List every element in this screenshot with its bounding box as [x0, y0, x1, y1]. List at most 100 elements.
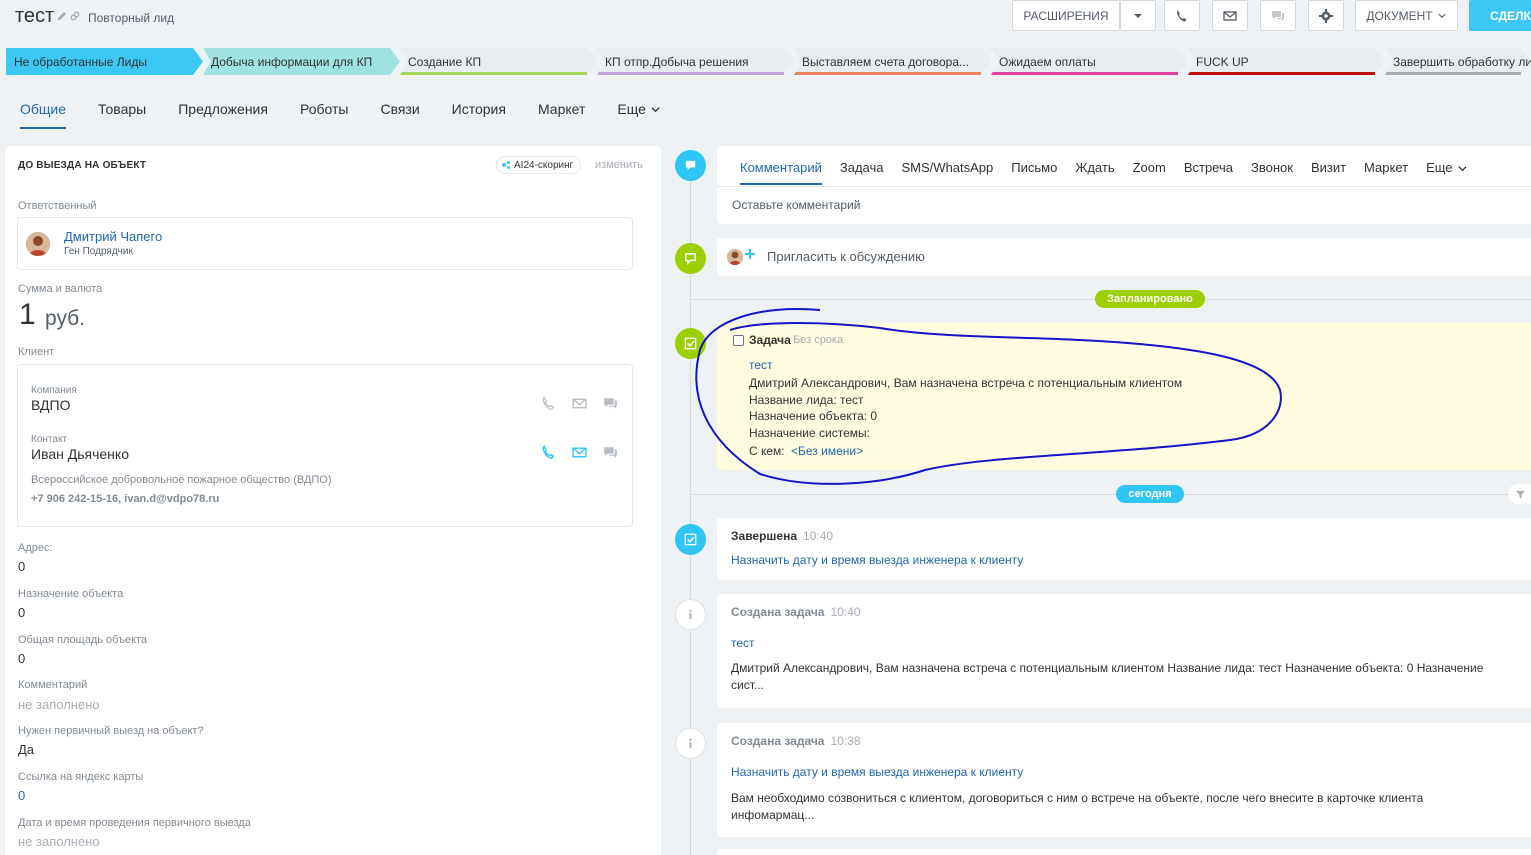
tab-more[interactable]: Еще — [617, 101, 660, 129]
tab-products[interactable]: Товары — [98, 101, 146, 129]
stage-item[interactable]: Создание КП — [400, 48, 597, 75]
extensions-button[interactable]: РАСШИРЕНИЯ — [1012, 0, 1120, 31]
completed-title-line: Завершена 10:40 — [731, 529, 833, 543]
task-deadline[interactable]: Без срока — [793, 334, 843, 346]
tab-general[interactable]: Общие — [20, 101, 67, 129]
lead-details-card: ДО ВЫЕЗДА НА ОБЪЕКТ AI24-скоринг изменит… — [5, 146, 661, 855]
field-label: Нужен первичный выезд на объект? — [18, 725, 204, 737]
email-button[interactable] — [1212, 0, 1248, 31]
contact-phone-email[interactable]: +7 906 242-15-16, ivan.d@vdpo78.ru — [31, 493, 219, 505]
page-title: тест — [15, 5, 55, 27]
stage-item[interactable]: КП отпр.Добыча решения — [597, 48, 794, 75]
task-title: Задача — [749, 333, 791, 347]
editor-tab-sms[interactable]: SMS/WhatsApp — [902, 160, 994, 185]
tab-offers[interactable]: Предложения — [178, 101, 268, 129]
create-deal-label: СДЕЛКУ — [1490, 8, 1531, 23]
client-box: Компания ВДПО Контакт Иван Дьяченко Всер… — [17, 364, 633, 527]
comment-input[interactable]: Оставьте комментарий — [732, 198, 860, 212]
settings-button[interactable] — [1308, 0, 1344, 31]
invite-to-discussion[interactable]: Пригласить к обсуждению — [717, 238, 1531, 276]
editor-tab-visit[interactable]: Визит — [1311, 160, 1346, 185]
chat-icon[interactable] — [602, 395, 619, 412]
amount-label: Сумма и валюта — [18, 283, 103, 295]
client-label: Клиент — [18, 346, 55, 358]
envelope-icon[interactable] — [571, 444, 588, 461]
editor-tab-zoom[interactable]: Zoom — [1133, 160, 1166, 185]
responsible-role: Ген Подрядчик — [64, 246, 133, 257]
company-value[interactable]: ВДПО — [31, 397, 70, 413]
chat-button[interactable] — [1260, 0, 1296, 31]
discussion-icon — [675, 243, 706, 274]
task-link[interactable]: тест — [749, 358, 773, 372]
stage-item[interactable]: Не обработанные Лиды — [6, 48, 203, 75]
editor-tab-market[interactable]: Маркет — [1364, 160, 1408, 185]
invite-text: Пригласить к обсуждению — [767, 249, 925, 264]
document-button[interactable]: ДОКУМЕНТ — [1355, 0, 1458, 31]
stage-item[interactable]: Добыча информации для КП — [203, 48, 400, 75]
avatar — [727, 249, 743, 265]
envelope-icon[interactable] — [571, 395, 588, 412]
caret-down-icon — [1130, 8, 1146, 24]
stage-item[interactable]: Завершить обработку лида — [1385, 48, 1531, 75]
field-value: 0 — [18, 605, 26, 620]
editor-tab-wait[interactable]: Ждать — [1075, 160, 1114, 185]
divider — [717, 186, 1531, 187]
responsible-name[interactable]: Дмитрий Чапего — [64, 229, 162, 244]
responsible-label: Ответственный — [18, 200, 97, 212]
tab-links[interactable]: Связи — [380, 101, 419, 129]
planned-task-card: Задача Без срока тест Дмитрий Александро… — [717, 323, 1531, 470]
contact-value[interactable]: Иван Дьяченко — [31, 446, 129, 462]
editor-tab-email[interactable]: Письмо — [1011, 160, 1057, 185]
ai-scoring-badge[interactable]: AI24-скоринг — [496, 156, 582, 174]
editor-tab-more[interactable]: Еще — [1426, 160, 1467, 185]
phone-icon[interactable] — [540, 395, 557, 412]
editor-tab-comment[interactable]: Комментарий — [740, 160, 822, 185]
chat-icon — [1270, 8, 1286, 24]
activity-editor: Комментарий Задача SMS/WhatsApp Письмо Ж… — [717, 146, 1531, 224]
editor-tabs: Комментарий Задача SMS/WhatsApp Письмо Ж… — [740, 160, 1485, 185]
completed-title: Завершена — [731, 529, 798, 543]
editor-tab-meeting[interactable]: Встреча — [1184, 160, 1233, 185]
task-checkbox[interactable] — [733, 335, 744, 346]
tab-more-label: Еще — [617, 101, 646, 117]
stage-item[interactable]: Выставляем счета договора... — [794, 48, 991, 75]
create-deal-button[interactable]: СДЕЛКУ — [1469, 0, 1531, 31]
task-check-icon — [675, 328, 706, 359]
filter-icon[interactable] — [1508, 484, 1531, 504]
stage-label: Выставляем счета договора... — [802, 54, 970, 69]
extensions-dropdown-button[interactable] — [1120, 0, 1156, 31]
stage-item[interactable]: FUCK UP — [1188, 48, 1385, 75]
tab-market[interactable]: Маркет — [538, 101, 585, 129]
stage-label: FUCK UP — [1196, 54, 1249, 69]
tab-history[interactable]: История — [452, 101, 506, 129]
contact-organization: Всероссийское добровольное пожарное обще… — [31, 474, 332, 486]
stage-label: Создание КП — [408, 54, 482, 69]
field-value: Да — [18, 742, 35, 757]
envelope-icon — [1222, 8, 1238, 24]
task-with-label: С кем: — [749, 444, 785, 458]
stage-item[interactable]: Ожидаем оплаты — [991, 48, 1188, 75]
field-label: Комментарий — [18, 679, 88, 691]
created-time: 10:38 — [830, 734, 861, 748]
edit-pencil-icon[interactable] — [57, 11, 67, 21]
field-label: Дата и время проведения первичного выезд… — [18, 817, 251, 829]
created-task-link[interactable]: тест — [731, 636, 755, 650]
tab-robots[interactable]: Роботы — [300, 101, 348, 129]
stage-color-bar — [400, 72, 587, 75]
task-with-value[interactable]: <Без имени> — [791, 444, 863, 458]
call-button[interactable] — [1164, 0, 1200, 31]
completed-task-link[interactable]: Назначить дату и время выезда инженера к… — [731, 553, 1023, 567]
task-with-line: С кем: <Без имени> — [749, 444, 863, 458]
change-link[interactable]: изменить — [595, 159, 643, 171]
editor-tab-call[interactable]: Звонок — [1251, 160, 1293, 185]
phone-icon[interactable] — [540, 444, 557, 461]
field-value[interactable]: 0 — [18, 788, 25, 803]
field-value: не заполнено — [18, 834, 100, 849]
editor-tab-task[interactable]: Задача — [840, 160, 884, 185]
chat-icon[interactable] — [602, 444, 619, 461]
link-icon[interactable] — [70, 11, 80, 21]
created-task-link[interactable]: Назначить дату и время выезда инженера к… — [731, 765, 1023, 779]
chevron-down-icon — [651, 105, 660, 114]
task-text-line: Название лида: тест — [749, 393, 864, 407]
avatar[interactable] — [26, 232, 50, 256]
